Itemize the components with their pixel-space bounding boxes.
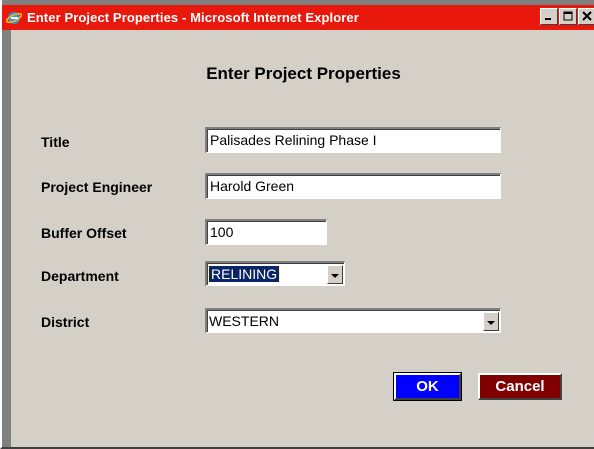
department-select[interactable]: RELINING <box>205 261 345 286</box>
department-selected-value: RELINING <box>207 266 281 282</box>
district-dropdown-button[interactable] <box>483 311 499 331</box>
maximize-icon <box>563 8 573 26</box>
minimize-button[interactable] <box>540 8 558 25</box>
title-label: Title <box>41 134 70 150</box>
ok-button[interactable]: OK <box>393 372 462 401</box>
window-controls <box>539 8 594 25</box>
internet-explorer-icon <box>5 9 23 27</box>
maximize-button[interactable] <box>559 8 577 25</box>
minimize-icon <box>544 8 554 26</box>
department-dropdown-button[interactable] <box>327 264 343 284</box>
window-title: Enter Project Properties - Microsoft Int… <box>27 10 359 25</box>
project-engineer-label: Project Engineer <box>41 179 153 195</box>
browser-window: Enter Project Properties - Microsoft Int… <box>0 0 594 449</box>
close-button[interactable] <box>578 8 594 25</box>
title-bar[interactable]: Enter Project Properties - Microsoft Int… <box>2 5 594 30</box>
dialog-content: Enter Project Properties Title Palisades… <box>11 30 594 447</box>
page-title: Enter Project Properties <box>206 64 401 83</box>
district-select[interactable]: WESTERN <box>205 308 501 333</box>
project-engineer-field[interactable]: Harold Green <box>205 173 501 199</box>
buffer-offset-label: Buffer Offset <box>41 225 127 241</box>
district-label: District <box>41 314 90 330</box>
district-selected-value: WESTERN <box>209 313 279 329</box>
chevron-down-icon <box>331 266 339 282</box>
close-icon <box>582 8 592 26</box>
title-field[interactable]: Palisades Relining Phase I <box>205 127 501 153</box>
chevron-down-icon <box>487 313 495 329</box>
department-label: Department <box>41 268 119 284</box>
cancel-button[interactable]: Cancel <box>478 373 562 400</box>
buffer-offset-field[interactable]: 100 <box>205 219 327 245</box>
